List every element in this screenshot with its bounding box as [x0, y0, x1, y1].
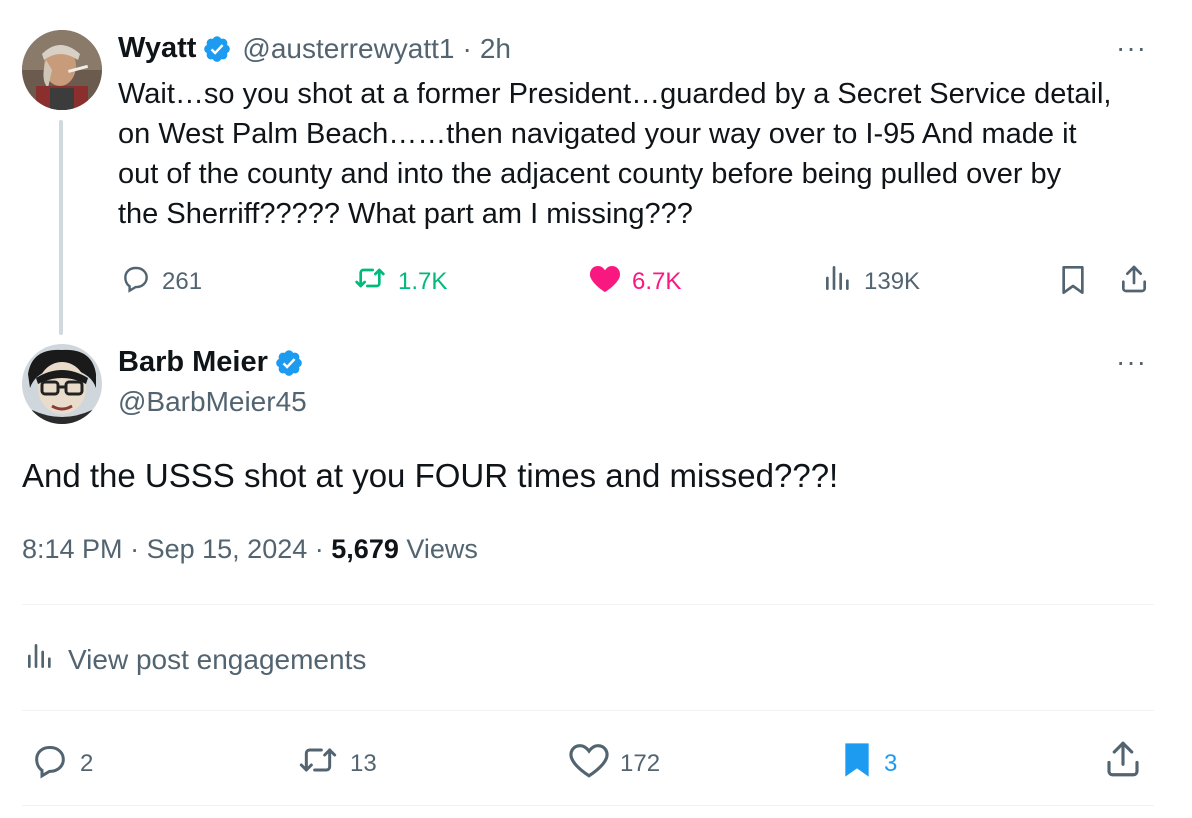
like-button[interactable]: 172	[568, 740, 660, 787]
views-count: 139K	[864, 267, 921, 295]
divider	[22, 604, 1154, 605]
separator: ·	[314, 534, 324, 564]
like-icon	[568, 740, 620, 787]
post-date[interactable]: Sep 15, 2024	[147, 534, 308, 564]
like-count: 172	[620, 749, 661, 777]
views-count: 5,679	[331, 534, 399, 564]
view-engagements-label: View post engagements	[68, 643, 367, 675]
like-icon	[588, 262, 632, 301]
post-text-line: the Sherriff????? What part am I missing…	[118, 198, 693, 230]
reply-icon	[30, 740, 80, 787]
divider	[22, 805, 1154, 806]
repost-button[interactable]: 1.7K	[352, 262, 447, 301]
author-name[interactable]: Barb Meier	[118, 346, 268, 379]
post-text-line: on West Palm Beach……then navigated your …	[118, 118, 1077, 150]
avatar-barb-meier[interactable]	[22, 344, 102, 424]
like-count: 6.7K	[632, 267, 682, 295]
divider	[22, 710, 1154, 711]
post-text-line: Wait…so you shot at a former President…g…	[118, 78, 1112, 110]
like-button[interactable]: 6.7K	[588, 262, 681, 301]
views-button[interactable]: 139K	[822, 262, 920, 301]
more-icon[interactable]: ···	[1116, 32, 1147, 64]
post-time[interactable]: 8:14 PM	[22, 534, 123, 564]
bookmark-count: 3	[884, 749, 898, 777]
reply-count: 2	[80, 749, 94, 777]
post-text: Wait…so you shot at a former President…g…	[118, 74, 1168, 234]
separator: ·	[130, 534, 140, 564]
author-handle[interactable]: @austerrewyatt1	[242, 33, 454, 65]
repost-count: 1.7K	[398, 267, 448, 295]
post-meta: 8:14 PM · Sep 15, 2024 · 5,679 Views	[22, 534, 478, 565]
repost-icon	[352, 262, 398, 301]
bookmark-icon[interactable]	[1058, 264, 1088, 301]
views-label: Views	[406, 534, 478, 564]
reply-count: 261	[162, 267, 203, 295]
repost-count: 13	[350, 749, 377, 777]
bookmark-icon	[840, 740, 884, 787]
verified-badge-icon	[274, 348, 304, 378]
share-icon[interactable]	[1102, 738, 1144, 785]
reply-icon	[120, 262, 162, 301]
view-engagements-link[interactable]: View post engagements	[24, 640, 366, 679]
post-text-line: out of the county and into the adjacent …	[118, 158, 1062, 190]
more-icon[interactable]: ···	[1116, 346, 1147, 378]
repost-icon	[296, 740, 350, 787]
author-handle[interactable]: @BarbMeier45	[118, 386, 307, 418]
views-icon	[822, 262, 864, 301]
bookmark-button[interactable]: 3	[840, 740, 897, 787]
thread-line	[59, 120, 63, 335]
post-text: And the USSS shot at you FOUR times and …	[22, 457, 839, 494]
avatar-wyatt[interactable]	[22, 30, 102, 110]
post-time[interactable]: 2h	[480, 33, 511, 65]
repost-button[interactable]: 13	[296, 740, 377, 787]
verified-badge-icon	[202, 34, 232, 64]
author-name[interactable]: Wyatt	[118, 32, 196, 65]
reply-button[interactable]: 2	[30, 740, 93, 787]
share-icon[interactable]	[1118, 262, 1150, 301]
analytics-icon	[24, 640, 56, 679]
separator: ·	[462, 32, 472, 64]
reply-button[interactable]: 261	[120, 262, 202, 301]
